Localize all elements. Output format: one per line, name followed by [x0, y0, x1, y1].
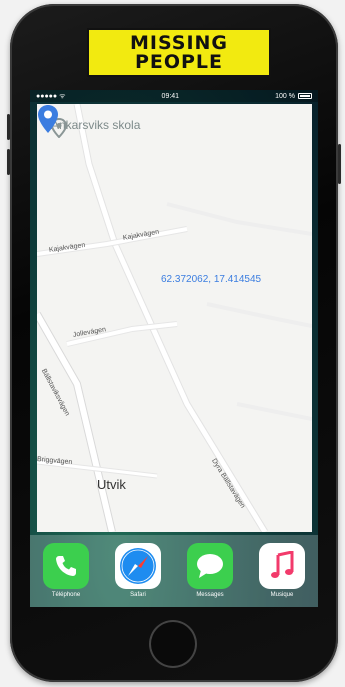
- phone-screen: ●●●●● ᯤ 09:41 100 % Ankarsviks skola Kaj…: [30, 90, 318, 607]
- battery-percent: 100 %: [275, 92, 295, 100]
- logo-line-1: MISSING: [129, 31, 229, 54]
- battery-icon: [298, 93, 312, 99]
- volume-button: [7, 149, 10, 175]
- home-button[interactable]: [149, 620, 197, 668]
- app-label: Téléphone: [51, 592, 81, 598]
- app-label: Messages: [196, 592, 224, 598]
- music-note-icon: [259, 543, 305, 589]
- phone-icon: [43, 543, 89, 589]
- status-time: 09:41: [161, 92, 180, 100]
- app-label: Safari: [130, 592, 146, 598]
- app-dock: Téléphone Safari Messages Musique: [30, 535, 318, 607]
- volume-button: [7, 114, 10, 140]
- dock-app-phone[interactable]: Téléphone: [36, 543, 96, 598]
- town-label: Utvik: [97, 477, 126, 492]
- power-button: [338, 144, 341, 184]
- logo-line-2: PEOPLE: [134, 50, 224, 73]
- app-label: Musique: [270, 592, 294, 598]
- missing-people-logo: MISSING PEOPLE: [87, 28, 271, 77]
- speech-bubble-icon: [187, 543, 233, 589]
- status-bar: ●●●●● ᯤ 09:41 100 %: [30, 90, 318, 102]
- dock-app-music[interactable]: Musique: [252, 543, 312, 598]
- map-view[interactable]: Ankarsviks skola Kajakvägen Kajakvägen J…: [37, 104, 312, 532]
- carrier-signal: ●●●●● ᯤ: [36, 92, 66, 100]
- dock-app-safari[interactable]: Safari: [108, 543, 168, 598]
- map-pin-icon[interactable]: [37, 104, 59, 134]
- pin-coordinates: 62.372062, 17.414545: [161, 274, 262, 285]
- dock-app-messages[interactable]: Messages: [180, 543, 240, 598]
- compass-icon: [115, 543, 161, 589]
- map-roads: [37, 104, 312, 532]
- poi-ankarsviks-skola[interactable]: Ankarsviks skola: [51, 118, 140, 138]
